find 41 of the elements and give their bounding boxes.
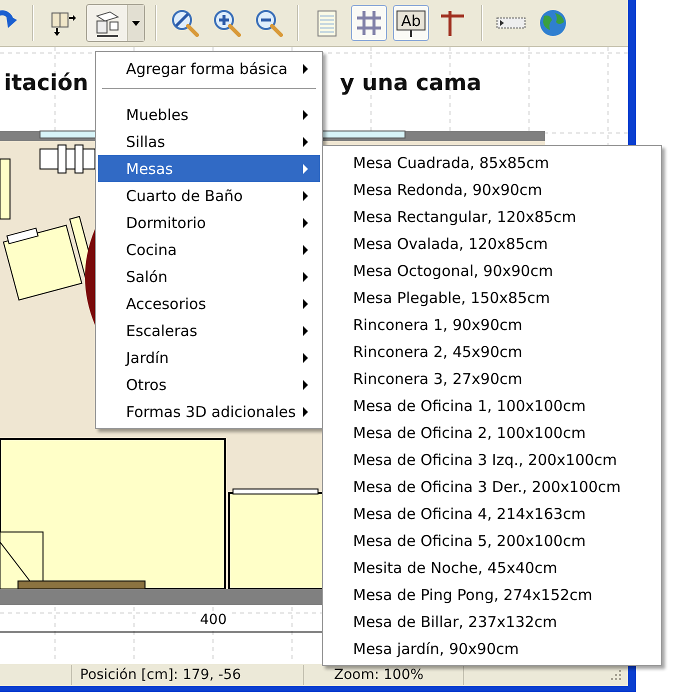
menu-item[interactable]: Rinconera 3, 27x90cm [325,365,659,392]
menu-item[interactable]: Rinconera 1, 90x90cm [325,311,659,338]
menu-item[interactable]: Otros [98,371,320,398]
menu-item[interactable]: Mesa jardín, 90x90cm [325,635,659,662]
menu-item[interactable]: Mesa de Billar, 237x132cm [325,608,659,635]
menu-item[interactable]: Cuarto de Baño [98,182,320,209]
caret-icon [132,20,140,26]
menu-item[interactable]: Mesa de Oficina 3 Izq., 200x100cm [325,446,659,473]
menu-item[interactable]: Salón [98,263,320,290]
furniture-dropdown-button[interactable] [86,4,145,42]
menu-item[interactable]: Mesa de Oficina 3 Der., 200x100cm [325,473,659,500]
menu-item[interactable]: Agregar forma básica [98,55,320,82]
grid-toggle-button[interactable] [351,5,387,41]
menu-item[interactable]: Mesa de Oficina 4, 214x163cm [325,500,659,527]
resize-grip-icon [610,669,622,681]
menu-item[interactable]: Mesa Octogonal, 90x90cm [325,257,659,284]
menu-item[interactable]: Dormitorio [98,209,320,236]
position-readout: Posición [cm]: 179, -56 [72,665,304,685]
menu-item[interactable]: Mesita de Noche, 45x40cm [325,554,659,581]
menu-item[interactable]: Rinconera 2, 45x90cm [325,338,659,365]
label-toggle-button[interactable]: Ab [393,5,429,41]
menu-item[interactable]: Mesa Redonda, 90x90cm [325,176,659,203]
dimension-label: 400 [198,612,229,628]
plan-title: y una cama [340,71,482,96]
menu-item[interactable]: Mesa de Oficina 2, 100x100cm [325,419,659,446]
menu-item[interactable]: Mesa Ovalada, 120x85cm [325,230,659,257]
menu-item[interactable]: Mesa de Oficina 5, 200x100cm [325,527,659,554]
menu-item[interactable]: Cocina [98,236,320,263]
menu-item[interactable]: Mesa de Ping Pong, 274x152cm [325,581,659,608]
menu-item[interactable]: Accesorios [98,290,320,317]
menu-item[interactable]: Escaleras [98,317,320,344]
menu-item[interactable]: Muebles [98,101,320,128]
menu-item[interactable]: Sillas [98,128,320,155]
menu-item[interactable]: Mesa de Oficina 1, 100x100cm [325,392,659,419]
menu-item[interactable]: Jardín [98,344,320,371]
menu-item[interactable]: Formas 3D adicionales [98,398,320,425]
menu-item[interactable]: Mesa Rectangular, 120x85cm [325,203,659,230]
plan-title: itación [4,71,88,96]
menu-item[interactable]: Mesa Plegable, 150x85cm [325,284,659,311]
menu-item[interactable]: Mesas [98,155,320,182]
menu-item[interactable]: Mesa Cuadrada, 85x85cm [325,149,659,176]
